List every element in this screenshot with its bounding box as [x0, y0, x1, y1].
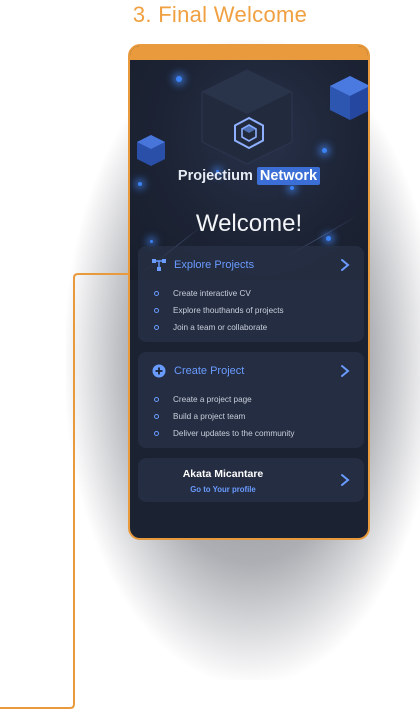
list-item: Build a project team — [154, 408, 295, 425]
plus-circle-icon — [152, 364, 166, 378]
chevron-right-icon[interactable] — [340, 364, 350, 378]
list-item: Deliver updates to the community — [154, 425, 295, 442]
cube-decoration — [330, 76, 368, 120]
brand-name: Projectium Network — [130, 167, 368, 185]
network-icon — [152, 259, 166, 271]
explore-projects-card[interactable]: Explore Projects Create interactive CV E… — [138, 246, 364, 342]
list-item-label: Build a project team — [173, 412, 246, 421]
bullet-icon — [154, 308, 159, 313]
brand-name-highlight: Network — [256, 167, 321, 185]
list-item: Join a team or collaborate — [154, 319, 284, 336]
list-item-label: Create interactive CV — [173, 289, 251, 298]
bullet-icon — [154, 291, 159, 296]
bullet-icon — [154, 431, 159, 436]
bullet-icon — [154, 325, 159, 330]
chevron-right-icon[interactable] — [340, 473, 350, 487]
phone-top-bar — [130, 46, 368, 60]
chevron-right-icon[interactable] — [340, 258, 350, 272]
phone-screen: Projectium Network Welcome! Explore Proj… — [128, 44, 370, 540]
create-project-list: Create a project page Build a project te… — [154, 391, 295, 442]
light-dot — [322, 148, 327, 153]
list-item-label: Create a project page — [173, 395, 252, 404]
explore-projects-title: Explore Projects — [174, 259, 255, 271]
profile-name: Akata Micantare — [182, 468, 264, 480]
projectium-logo-icon — [234, 116, 264, 150]
explore-projects-list: Create interactive CV Explore thouthands… — [154, 285, 284, 336]
light-dot — [176, 76, 182, 82]
list-item-label: Deliver updates to the community — [173, 429, 295, 438]
brand-name-main: Projectium — [177, 168, 253, 184]
bullet-icon — [154, 397, 159, 402]
list-item-label: Explore thouthands of projects — [173, 306, 284, 315]
bullet-icon — [154, 414, 159, 419]
cube-decoration — [137, 135, 165, 166]
step-title: 3. Final Welcome — [132, 2, 308, 27]
light-dot — [150, 240, 153, 243]
list-item: Explore thouthands of projects — [154, 302, 284, 319]
go-to-profile-link[interactable]: Go to Your profile — [138, 485, 308, 494]
create-project-card[interactable]: Create Project Create a project page Bui… — [138, 352, 364, 448]
list-item: Create a project page — [154, 391, 295, 408]
profile-card[interactable]: Akata Micantare Go to Your profile — [138, 458, 364, 502]
create-project-title: Create Project — [174, 365, 245, 377]
list-item-label: Join a team or collaborate — [173, 323, 268, 332]
welcome-heading: Welcome! — [195, 210, 303, 237]
light-dot — [290, 186, 294, 190]
list-item: Create interactive CV — [154, 285, 284, 302]
